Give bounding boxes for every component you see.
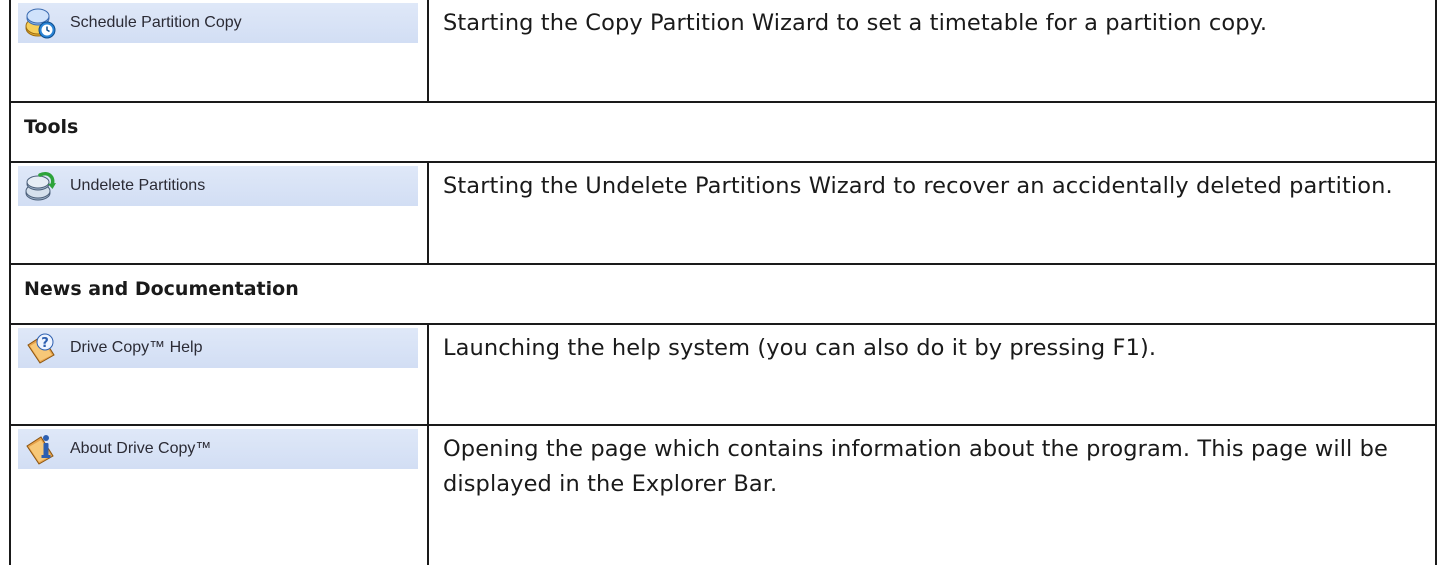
about-drive-copy-button[interactable]: About Drive Copy™	[18, 429, 418, 469]
description-cell: Launching the help system (you can also …	[427, 323, 1437, 426]
description-cell: Starting the Copy Partition Wizard to se…	[427, 0, 1437, 103]
table-row: ? Drive Copy™ Help Launching the help sy…	[9, 323, 1437, 426]
command-description: Starting the Undelete Partitions Wizard …	[443, 173, 1393, 199]
help-icon: ?	[27, 333, 55, 364]
description-cell: Starting the Undelete Partitions Wizard …	[427, 161, 1437, 265]
command-description: Launching the help system (you can also …	[443, 335, 1157, 361]
command-description: Starting the Copy Partition Wizard to se…	[443, 10, 1268, 36]
table-row: Undelete Partitions Starting the Undelet…	[9, 161, 1437, 265]
commands-table: Schedule Partition Copy Starting the Cop…	[9, 0, 1437, 565]
command-label: About Drive Copy™	[70, 440, 212, 457]
description-cell: Opening the page which contains informat…	[427, 424, 1437, 565]
command-label: Undelete Partitions	[70, 177, 206, 194]
command-description: Opening the page which contains informat…	[443, 436, 1388, 497]
undelete-partitions-icon	[25, 172, 56, 201]
svg-text:?: ?	[41, 336, 49, 351]
section-title-tools: Tools	[24, 116, 79, 138]
command-cell: Schedule Partition Copy	[9, 0, 429, 103]
about-icon	[26, 435, 54, 465]
table-row: Tools	[9, 101, 1437, 163]
command-cell: Undelete Partitions	[9, 161, 429, 265]
schedule-partition-copy-button[interactable]: Schedule Partition Copy	[18, 3, 418, 43]
undelete-partitions-button[interactable]: Undelete Partitions	[18, 166, 418, 206]
drive-copy-help-button[interactable]: ? Drive Copy™ Help	[18, 328, 418, 368]
table-row: News and Documentation	[9, 263, 1437, 325]
table-row: About Drive Copy™ Opening the page which…	[9, 424, 1437, 565]
section-header-cell: News and Documentation	[9, 263, 1437, 325]
schedule-partition-copy-icon	[25, 8, 56, 39]
command-label: Schedule Partition Copy	[70, 14, 242, 31]
section-header-cell: Tools	[9, 101, 1437, 163]
section-title-news-and-documentation: News and Documentation	[24, 278, 299, 300]
command-cell: About Drive Copy™	[9, 424, 429, 565]
command-cell: ? Drive Copy™ Help	[9, 323, 429, 426]
command-label: Drive Copy™ Help	[70, 339, 203, 356]
table-row: Schedule Partition Copy Starting the Cop…	[9, 0, 1437, 103]
